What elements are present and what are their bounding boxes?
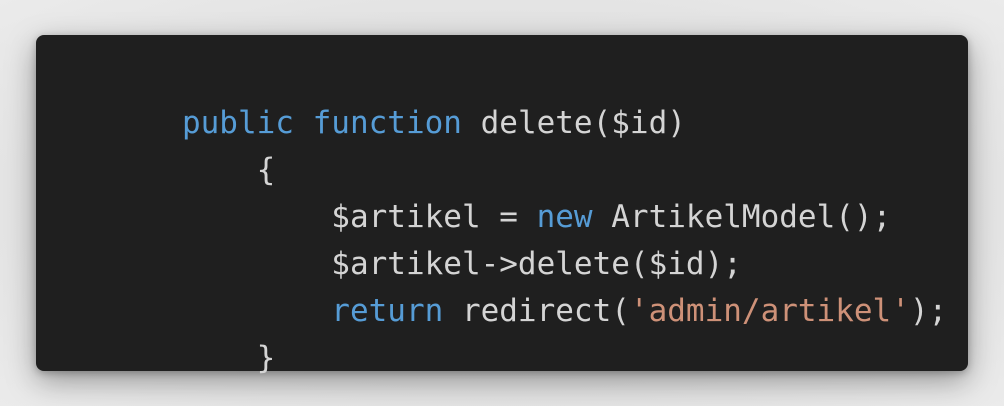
- code-line-2: {: [70, 110, 968, 188]
- code-block: public function delete($id) { $artikel =…: [36, 35, 968, 376]
- code-line-4: $artikel->delete($id);: [70, 204, 968, 282]
- screenshot-stage: public function delete($id) { $artikel =…: [0, 0, 1004, 406]
- code-token: }: [256, 340, 276, 376]
- code-line-3: $artikel = new ArtikelModel();: [70, 157, 968, 235]
- code-line-1: public function delete($id): [70, 63, 968, 141]
- code-line-5: return redirect('admin/artikel');: [70, 251, 968, 329]
- code-line-6: }: [70, 298, 968, 376]
